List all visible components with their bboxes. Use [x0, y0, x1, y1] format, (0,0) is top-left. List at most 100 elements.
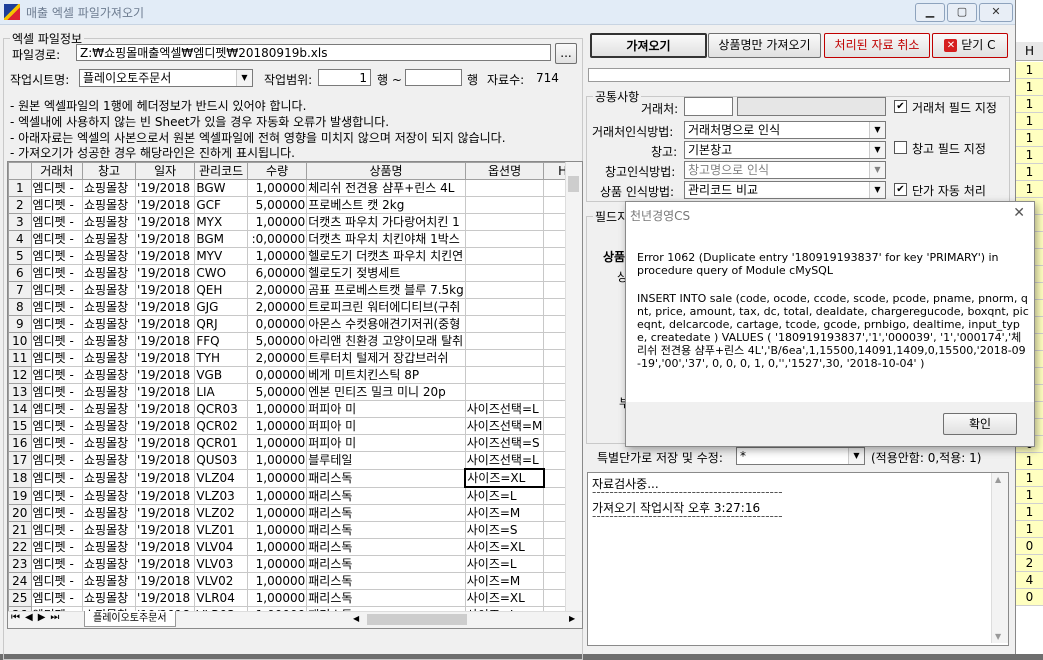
- table-row[interactable]: 6 엠디펫 - 쇼핑몰창 '19/2018 CWO 6,00000 헬로도기 젖병세트: [8, 264, 582, 282]
- grid-cell[interactable]: FFQ: [194, 332, 248, 350]
- grid-cell[interactable]: 곰표 프로베스트캣 블루 7.5kg: [306, 281, 466, 299]
- table-row[interactable]: 4 엠디펫 - 쇼핑몰창 '19/2018 BGM:0,00000 더캣츠 파우치 치킨야…: [8, 230, 582, 248]
- table-row[interactable]: 23 엠디펫 - 쇼핑몰창 '19/2018 VLV03 1,00000 패리스독 사이즈=L: [8, 555, 582, 573]
- grid-cell[interactable]: 2,00000: [246, 349, 308, 367]
- row-header[interactable]: 4: [8, 230, 32, 248]
- grid-cell[interactable]: 쇼핑몰창: [82, 451, 136, 470]
- grid-cell[interactable]: [464, 247, 545, 265]
- grid-cell[interactable]: '19/2018: [134, 179, 196, 197]
- grid-cell[interactable]: 엠디펫 -: [30, 247, 84, 265]
- grid-cell[interactable]: [464, 264, 545, 282]
- row-header[interactable]: 2: [8, 196, 32, 214]
- grid-cell[interactable]: QRJ: [194, 315, 248, 333]
- sheet-select[interactable]: 플레이오토주문서 ▼: [79, 69, 253, 87]
- grid-cell[interactable]: 5,00000: [246, 383, 308, 401]
- vscroll-thumb[interactable]: [568, 176, 579, 192]
- grid-cell[interactable]: VLZ03: [194, 486, 248, 505]
- grid-cell[interactable]: QCR01: [194, 434, 248, 452]
- grid-cell[interactable]: 엠디펫 -: [30, 572, 84, 590]
- grid-cell[interactable]: '19/2018: [134, 366, 196, 384]
- file-path-input[interactable]: Z:₩쇼핑몰매출엑셀₩엠디펫₩20180919b.xls: [76, 44, 551, 61]
- grid-cell[interactable]: 쇼핑몰창: [82, 486, 136, 505]
- first-sheet-icon[interactable]: ⏮: [11, 612, 25, 623]
- next-sheet-icon[interactable]: ▶: [38, 612, 51, 623]
- grid-cell[interactable]: 쇼핑몰창: [82, 349, 136, 367]
- grid-cell[interactable]: 1,00000: [246, 521, 308, 539]
- grid-vertical-scrollbar[interactable]: [565, 162, 582, 612]
- table-row[interactable]: 17 엠디펫 - 쇼핑몰창 '19/2018 QUS03 1,00000 블루테일 사이즈선택…: [8, 451, 582, 470]
- grid-cell[interactable]: 엠디펫 -: [30, 264, 84, 282]
- grid-cell[interactable]: 엠디펫 -: [30, 555, 84, 573]
- grid-cell[interactable]: 퍼피아 미: [306, 417, 466, 435]
- grid-cell[interactable]: 쇼핑몰창: [82, 555, 136, 573]
- grid-cell[interactable]: 1,00000: [246, 589, 308, 607]
- grid-cell[interactable]: 6,00000: [246, 264, 308, 282]
- grid-cell[interactable]: 엠디펫 -: [30, 538, 84, 556]
- table-row[interactable]: 16 엠디펫 - 쇼핑몰창 '19/2018 QCR01 1,00000 퍼피아 미 사이즈선…: [8, 434, 582, 452]
- grid-cell[interactable]: '19/2018: [134, 400, 196, 418]
- grid-cell[interactable]: [464, 383, 545, 401]
- row-header[interactable]: 14: [8, 400, 32, 418]
- row-header[interactable]: 8: [8, 298, 32, 316]
- grid-cell[interactable]: [464, 196, 545, 214]
- grid-cell[interactable]: 엠디펫 -: [30, 213, 84, 231]
- grid-cell[interactable]: '19/2018: [134, 383, 196, 401]
- grid-cell[interactable]: 사이즈=S: [464, 521, 545, 539]
- grid-cell[interactable]: 패리스독: [306, 555, 466, 573]
- warehouse-select[interactable]: 기본창고 ▼: [684, 141, 886, 159]
- grid-cell[interactable]: 쇼핑몰창: [82, 264, 136, 282]
- row-header[interactable]: 23: [8, 555, 32, 573]
- grid-cell[interactable]: 쇼핑몰창: [82, 230, 136, 248]
- grid-cell[interactable]: 패리스독: [306, 572, 466, 590]
- grid-cell[interactable]: [464, 366, 545, 384]
- table-row[interactable]: 14 엠디펫 - 쇼핑몰창 '19/2018 QCR03 1,00000 퍼피아 미 사이즈선…: [8, 400, 582, 418]
- table-row[interactable]: 7 엠디펫 - 쇼핑몰창 '19/2018 QEH 2,00000 곰표 프로베스트캣 블루…: [8, 281, 582, 299]
- grid-cell[interactable]: [464, 298, 545, 316]
- grid-cell[interactable]: 쇼핑몰창: [82, 315, 136, 333]
- grid-cell[interactable]: 체리쉬 전견용 샴푸+린스 4L: [306, 179, 466, 197]
- grid-cell[interactable]: 쇼핑몰창: [82, 383, 136, 401]
- grid-cell[interactable]: 1,00000: [246, 213, 308, 231]
- row-header[interactable]: 9: [8, 315, 32, 333]
- vendor-field-checkbox[interactable]: ✔: [894, 100, 907, 113]
- grid-cell[interactable]: '19/2018: [134, 315, 196, 333]
- grid-cell[interactable]: 엠디펫 -: [30, 366, 84, 384]
- row-header[interactable]: 7: [8, 281, 32, 299]
- grid-cell[interactable]: 엠디펫 -: [30, 468, 84, 488]
- grid-cell[interactable]: 패리스독: [306, 521, 466, 539]
- grid-cell[interactable]: 사이즈=XL: [464, 589, 545, 607]
- grid-cell[interactable]: 1,00000: [246, 451, 308, 470]
- grid-corner[interactable]: [8, 162, 32, 180]
- row-header[interactable]: 1: [8, 179, 32, 197]
- table-row[interactable]: 24 엠디펫 - 쇼핑몰창 '19/2018 VLV02 1,00000 패리스독 사이즈=M: [8, 572, 582, 590]
- table-row[interactable]: 3 엠디펫 - 쇼핑몰창 '19/2018 MYX 1,00000 더캣츠 파우치 가다랑어…: [8, 213, 582, 231]
- table-row[interactable]: 10 엠디펫 - 쇼핑몰창 '19/2018 FFQ 5,00000 아리앤 친환경 고양이…: [8, 332, 582, 350]
- grid-cell[interactable]: LIA: [194, 383, 248, 401]
- grid-cell[interactable]: BGM: [194, 230, 248, 248]
- grid-cell[interactable]: VGB: [194, 366, 248, 384]
- grid-cell[interactable]: TYH: [194, 349, 248, 367]
- grid-cell[interactable]: 엠디펫 -: [30, 486, 84, 505]
- grid-cell[interactable]: '19/2018: [134, 572, 196, 590]
- hscroll-left-arrow[interactable]: ◀: [353, 614, 363, 625]
- grid-cell[interactable]: MYX: [194, 213, 248, 231]
- grid-cell[interactable]: '19/2018: [134, 417, 196, 435]
- grid-cell[interactable]: 엠디펫 -: [30, 196, 84, 214]
- grid-cell[interactable]: 엠디펫 -: [30, 315, 84, 333]
- grid-cell[interactable]: 1,00000: [246, 434, 308, 452]
- grid-cell[interactable]: QUS03: [194, 451, 248, 470]
- grid-cell[interactable]: '19/2018: [134, 555, 196, 573]
- grid-cell[interactable]: MYV: [194, 247, 248, 265]
- table-row[interactable]: 25 엠디펫 - 쇼핑몰창 '19/2018 VLR04 1,00000 패리스독 사이즈=X…: [8, 589, 582, 607]
- import-name-only-button[interactable]: 상품명만 가져오기: [708, 33, 821, 58]
- grid-cell[interactable]: 엔본 민티즈 밀크 미니 20p: [306, 383, 466, 401]
- row-header[interactable]: 24: [8, 572, 32, 590]
- grid-cell[interactable]: 쇼핑몰창: [82, 468, 136, 488]
- grid-horizontal-scrollbar[interactable]: ⏮◀▶⏭ 플레이오토주문서 ◀ ▶: [8, 611, 582, 628]
- row-header[interactable]: 13: [8, 383, 32, 401]
- browse-button[interactable]: ...: [555, 43, 577, 64]
- sheet-tab[interactable]: 플레이오토주문서: [84, 611, 176, 627]
- grid-cell[interactable]: VLZ04: [194, 468, 248, 488]
- grid-cell[interactable]: 쇼핑몰창: [82, 572, 136, 590]
- grid-cell[interactable]: 쇼핑몰창: [82, 213, 136, 231]
